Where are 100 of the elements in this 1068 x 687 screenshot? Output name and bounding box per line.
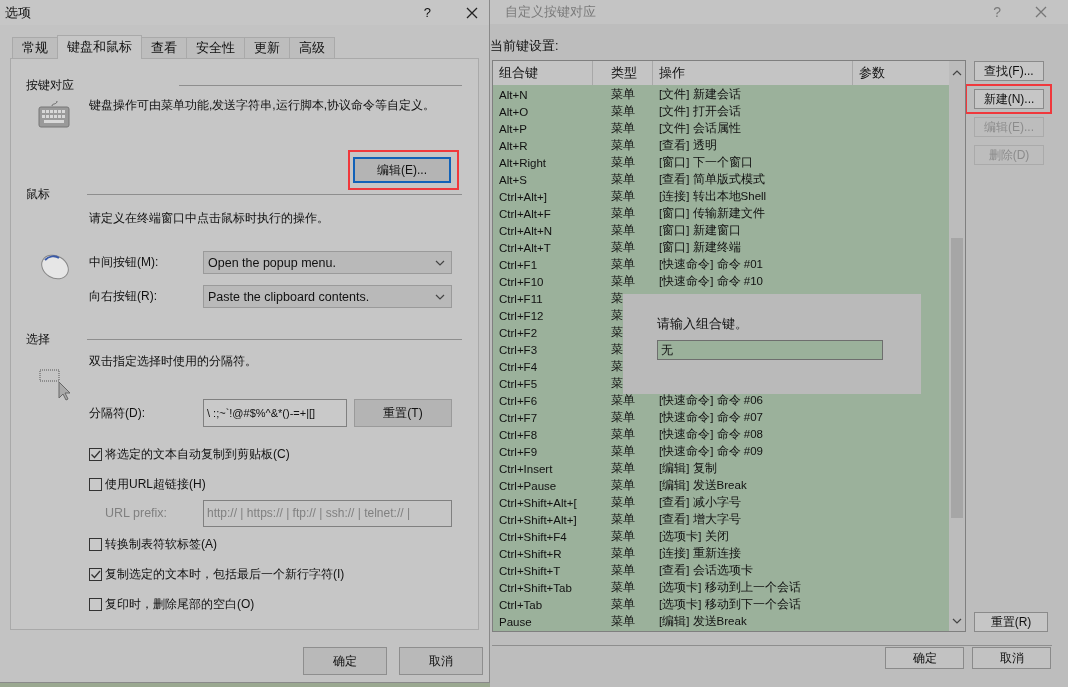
help-button[interactable]: ? — [423, 5, 431, 20]
table-cell-text: 菜单 — [610, 189, 636, 204]
table-cell-text: [查看] 减小字号 — [658, 495, 741, 510]
table-cell-text: [选项卡] 关闭 — [658, 529, 729, 544]
tab[interactable]: 高级 — [289, 37, 335, 58]
table-cell-text: [文件] 打开会话 — [658, 104, 741, 119]
column-header[interactable]: 组合键 — [493, 61, 593, 85]
tab[interactable]: 安全性 — [186, 37, 245, 58]
edit-button[interactable]: 编辑(E)... — [353, 157, 451, 183]
table-cell-text: Ctrl+Tab — [498, 598, 544, 611]
separator-field[interactable]: \ :;~`!@#$%^&*()-=+|[] — [203, 399, 347, 427]
table-cell-text: [查看] 简单版式模式 — [658, 172, 765, 187]
table-cell-text: [窗口] 下一个窗口 — [658, 155, 753, 170]
dialog-button[interactable]: 确定 — [303, 647, 387, 675]
table-cell-text: 菜单 — [610, 257, 636, 272]
tab[interactable]: 更新 — [244, 37, 290, 58]
table-cell-text: Ctrl+F7 — [498, 411, 539, 424]
table-cell-text: [查看] 会话选项卡 — [658, 563, 753, 578]
table-cell-text: 菜单 — [610, 138, 636, 153]
table-cell-text: Alt+S — [498, 173, 528, 186]
tab[interactable]: 常规 — [12, 37, 58, 58]
table-cell-text: [窗口] 新建窗口 — [658, 223, 741, 238]
table-cell-text: 菜单 — [610, 172, 636, 187]
table-cell-text: Alt+N — [498, 88, 529, 101]
table-cell-text: [查看] 透明 — [658, 138, 717, 153]
checkbox[interactable] — [89, 447, 102, 461]
column-header[interactable]: 类型 — [593, 61, 653, 85]
keyboard-icon — [38, 100, 70, 128]
checkbox-label: 将选定的文本自动复制到剪贴板(C) — [105, 445, 290, 463]
table-cell-text: 菜单 — [610, 444, 636, 459]
table-cell-text: Ctrl+F12 — [498, 309, 545, 322]
column-header[interactable]: 操作 — [653, 61, 853, 85]
table-cell-text: 菜 — [610, 291, 624, 306]
action-button[interactable]: 新建(N)... — [974, 89, 1044, 109]
section-heading: 鼠标 — [26, 185, 50, 203]
table-cell-text: Ctrl+Shift+T — [498, 564, 562, 577]
table-cell-text: [编辑] 发送Break — [658, 614, 747, 629]
table-cell-text: 菜 — [610, 308, 624, 323]
checkbox-label: 转换制表符软标签(A) — [105, 535, 217, 553]
checkbox-label: 复制选定的文本时，包括最后一个新行字符(I) — [105, 565, 345, 583]
close-icon[interactable] — [465, 5, 479, 20]
table-cell-text: Ctrl+F1 — [498, 258, 539, 271]
field-label: 分隔符(D): — [89, 404, 146, 422]
table-cell-text: 菜单 — [610, 121, 636, 136]
dialog-button[interactable]: 确定 — [885, 647, 964, 669]
table-cell-text: 菜 — [610, 342, 624, 357]
dialog-button[interactable]: 取消 — [399, 647, 483, 675]
dropdown[interactable]: Open the popup menu. — [203, 251, 452, 274]
table-cell-text: [选项卡] 移动到下一个会话 — [658, 597, 801, 612]
table-cell-text: [文件] 新建会话 — [658, 87, 741, 102]
popup-prompt: 请输入组合键。 — [657, 316, 749, 333]
reset-button[interactable]: 重置(T) — [354, 399, 452, 427]
table-cell-text: Ctrl+F8 — [498, 428, 539, 441]
table-cell-text: Ctrl+Shift+F4 — [498, 530, 568, 543]
table-cell-text: 菜单 — [610, 393, 636, 408]
section-heading: 选择 — [26, 330, 50, 348]
table-cell-text: 菜单 — [610, 614, 636, 629]
table-cell-text: 菜单 — [610, 155, 636, 170]
table-cell-text: 菜单 — [610, 461, 636, 476]
checkbox[interactable] — [89, 567, 102, 581]
table-cell-text: Ctrl+F11 — [498, 292, 544, 305]
table-cell-text: [文件] 会话属性 — [658, 121, 741, 136]
reset-button[interactable]: 重置(R) — [974, 612, 1048, 632]
dropdown[interactable]: Paste the clipboard contents. — [203, 285, 452, 308]
table-cell-text: 菜 — [610, 359, 624, 374]
checkbox[interactable] — [89, 477, 102, 491]
section-description: 键盘操作可由菜单功能,发送字符串,运行脚本,协议命令等自定义。 — [89, 97, 436, 114]
table-cell-text: 菜 — [610, 376, 624, 391]
table-cell-text: [快速命令] 命令 #06 — [658, 393, 763, 408]
table-cell-text: Pause — [498, 615, 533, 628]
checkbox[interactable] — [89, 537, 102, 551]
table-cell-text: 菜单 — [610, 495, 636, 510]
table-cell-text: Ctrl+Alt+F — [498, 207, 552, 220]
table-cell-text: 菜单 — [610, 274, 636, 289]
table-cell-text: Ctrl+F6 — [498, 394, 539, 407]
scrollbar[interactable] — [949, 61, 965, 631]
tab[interactable]: 键盘和鼠标 — [57, 35, 142, 59]
table-cell-text: 菜单 — [610, 410, 636, 425]
scroll-down-icon — [952, 617, 962, 625]
chevron-icon — [435, 292, 445, 301]
table-cell-text: Ctrl+F5 — [498, 377, 539, 390]
table-cell-text: 菜单 — [610, 563, 636, 578]
table-cell-text: Ctrl+Pause — [498, 479, 558, 492]
key-input-field[interactable]: 无 — [657, 340, 883, 360]
table-cell-text: [窗口] 新建终端 — [658, 240, 741, 255]
table-cell-text: [快速命令] 命令 #10 — [658, 274, 763, 289]
chevron-icon — [435, 258, 445, 267]
action-button[interactable]: 查找(F)... — [974, 61, 1044, 81]
tab[interactable]: 查看 — [141, 37, 187, 58]
table-cell-text: [查看] 增大字号 — [658, 512, 741, 527]
table-cell-text: 菜单 — [610, 580, 636, 595]
table-cell-text: Ctrl+Shift+Alt+] — [498, 513, 578, 526]
selection-cursor-icon — [39, 369, 71, 401]
checkbox-label: 复印时，删除尾部的空白(O) — [105, 595, 255, 613]
field-label: URL prefix: — [105, 506, 169, 520]
table-cell-text: [窗口] 传输新建文件 — [658, 206, 765, 221]
dialog-button[interactable]: 取消 — [972, 647, 1051, 669]
table-cell-text: 菜单 — [610, 427, 636, 442]
table-cell-text: [编辑] 复制 — [658, 461, 717, 476]
checkbox[interactable] — [89, 597, 102, 611]
